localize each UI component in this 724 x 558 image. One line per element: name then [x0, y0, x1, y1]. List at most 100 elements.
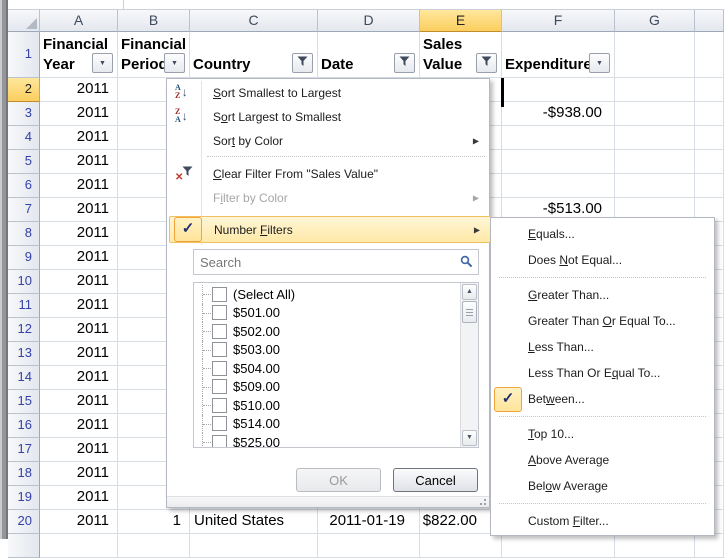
- column-header-f[interactable]: F: [502, 10, 615, 32]
- cell-a16[interactable]: 2011: [40, 414, 118, 438]
- cell-h6[interactable]: [695, 174, 724, 198]
- row-header-8[interactable]: 8: [8, 222, 40, 246]
- cell-a3[interactable]: 2011: [40, 102, 118, 126]
- column-header-a[interactable]: A: [40, 10, 118, 32]
- cell-a15[interactable]: 2011: [40, 390, 118, 414]
- submenu-item-equals[interactable]: Equals...: [493, 221, 714, 247]
- filter-button-country[interactable]: [292, 53, 313, 73]
- cell-a19[interactable]: 2011: [40, 486, 118, 510]
- ok-button[interactable]: OK: [296, 468, 381, 492]
- cancel-button[interactable]: Cancel: [393, 468, 478, 492]
- cell-f3[interactable]: -$938.00: [502, 102, 615, 126]
- row-header-3[interactable]: 3: [8, 102, 40, 126]
- row-header-14[interactable]: 14: [8, 366, 40, 390]
- cell-f21[interactable]: [502, 534, 615, 558]
- cell-a6[interactable]: 2011: [40, 174, 118, 198]
- cell-d20[interactable]: 2011-01-19: [318, 510, 420, 534]
- cell-h2[interactable]: [695, 78, 724, 102]
- filter-value-501-00[interactable]: $501.00: [194, 304, 461, 323]
- cell-g5[interactable]: [615, 150, 695, 174]
- cell-c1[interactable]: Country: [190, 32, 318, 78]
- cell-c20[interactable]: United States: [190, 510, 318, 534]
- select-all-corner[interactable]: [8, 10, 40, 32]
- filter-button-sales-value[interactable]: [476, 53, 497, 73]
- submenu-item-between[interactable]: ✓Between...: [493, 386, 714, 412]
- menu-item-number-filters[interactable]: ✓Number Filters▶: [169, 216, 491, 243]
- list-scrollbar[interactable]: ▲ ▼: [460, 283, 478, 447]
- scrollbar-thumb[interactable]: [462, 301, 477, 323]
- filter-value-502-00[interactable]: $502.00: [194, 322, 461, 341]
- filter-value-select-all[interactable]: (Select All): [194, 285, 461, 304]
- cell-h1[interactable]: [695, 32, 724, 78]
- row-header-17[interactable]: 17: [8, 438, 40, 462]
- cell-a10[interactable]: 2011: [40, 270, 118, 294]
- submenu-item-above-average[interactable]: Above Average: [493, 447, 714, 473]
- checkbox-unchecked-icon[interactable]: [212, 435, 227, 448]
- row-header-15[interactable]: 15: [8, 390, 40, 414]
- column-header-c[interactable]: C: [190, 10, 318, 32]
- cell-a17[interactable]: 2011: [40, 438, 118, 462]
- cell-b21[interactable]: [118, 534, 190, 558]
- cell-a1[interactable]: FinancialYear▼: [40, 32, 118, 78]
- menu-item-sort-largest-to-smallest[interactable]: ZA↓Sort Largest to Smallest: [169, 105, 489, 129]
- row-header-5[interactable]: 5: [8, 150, 40, 174]
- filter-button-expenditure[interactable]: ▼: [589, 53, 610, 73]
- menu-item-sort-by-color[interactable]: Sort by Color▶: [169, 129, 489, 153]
- checkbox-unchecked-icon[interactable]: [212, 342, 227, 357]
- submenu-item-below-average[interactable]: Below Average: [493, 473, 714, 499]
- filter-button-financial-period[interactable]: ▼: [164, 53, 185, 73]
- column-header-g[interactable]: G: [615, 10, 695, 32]
- cell-g6[interactable]: [615, 174, 695, 198]
- cell-g1[interactable]: [615, 32, 695, 78]
- cell-a14[interactable]: 2011: [40, 366, 118, 390]
- cell-f6[interactable]: [502, 174, 615, 198]
- cell-h21[interactable]: [695, 534, 724, 558]
- row-header-4[interactable]: 4: [8, 126, 40, 150]
- cell-a21[interactable]: [40, 534, 118, 558]
- cell-f5[interactable]: [502, 150, 615, 174]
- cell-f2[interactable]: [502, 78, 615, 102]
- cell-h4[interactable]: [695, 126, 724, 150]
- checkbox-unchecked-icon[interactable]: [212, 361, 227, 376]
- cell-a7[interactable]: 2011: [40, 198, 118, 222]
- cell-e21[interactable]: [420, 534, 502, 558]
- scroll-down-button[interactable]: ▼: [462, 430, 477, 446]
- row-header-6[interactable]: 6: [8, 174, 40, 198]
- checkbox-unchecked-icon[interactable]: [212, 416, 227, 431]
- row-header-1[interactable]: 1: [8, 32, 40, 78]
- row-header-partial[interactable]: [8, 534, 40, 558]
- cell-g2[interactable]: [615, 78, 695, 102]
- cell-g21[interactable]: [615, 534, 695, 558]
- cell-a11[interactable]: 2011: [40, 294, 118, 318]
- menu-item-filter-by-color[interactable]: Filter by Color▶: [169, 186, 489, 210]
- cell-g4[interactable]: [615, 126, 695, 150]
- resize-grip-icon[interactable]: [477, 498, 486, 505]
- cell-e1[interactable]: SalesValue: [420, 32, 502, 78]
- checkbox-unchecked-icon[interactable]: [212, 324, 227, 339]
- cell-a13[interactable]: 2011: [40, 342, 118, 366]
- submenu-item-greater-than[interactable]: Greater Than...: [493, 282, 714, 308]
- filter-value-525-00[interactable]: $525.00: [194, 433, 461, 448]
- menu-item-clear-filter-from-sales-value[interactable]: ✕Clear Filter From "Sales Value": [169, 162, 489, 186]
- cell-a5[interactable]: 2011: [40, 150, 118, 174]
- submenu-item-custom-filter[interactable]: Custom Filter...: [493, 508, 714, 534]
- cell-a8[interactable]: 2011: [40, 222, 118, 246]
- row-header-19[interactable]: 19: [8, 486, 40, 510]
- cell-a12[interactable]: 2011: [40, 318, 118, 342]
- row-header-12[interactable]: 12: [8, 318, 40, 342]
- cell-f4[interactable]: [502, 126, 615, 150]
- cell-h5[interactable]: [695, 150, 724, 174]
- cell-f1[interactable]: Expenditure▼: [502, 32, 615, 78]
- filter-value-503-00[interactable]: $503.00: [194, 341, 461, 360]
- cell-a9[interactable]: 2011: [40, 246, 118, 270]
- column-header-e[interactable]: E: [420, 10, 502, 32]
- cell-b20[interactable]: 1: [118, 510, 190, 534]
- column-header-d[interactable]: D: [318, 10, 420, 32]
- cell-a2[interactable]: 2011: [40, 78, 118, 102]
- row-header-18[interactable]: 18: [8, 462, 40, 486]
- submenu-item-less-than[interactable]: Less Than...: [493, 334, 714, 360]
- column-header-partial[interactable]: [695, 10, 724, 32]
- submenu-item-does-not-equal[interactable]: Does Not Equal...: [493, 247, 714, 273]
- row-header-10[interactable]: 10: [8, 270, 40, 294]
- checkbox-unchecked-icon[interactable]: [212, 287, 227, 302]
